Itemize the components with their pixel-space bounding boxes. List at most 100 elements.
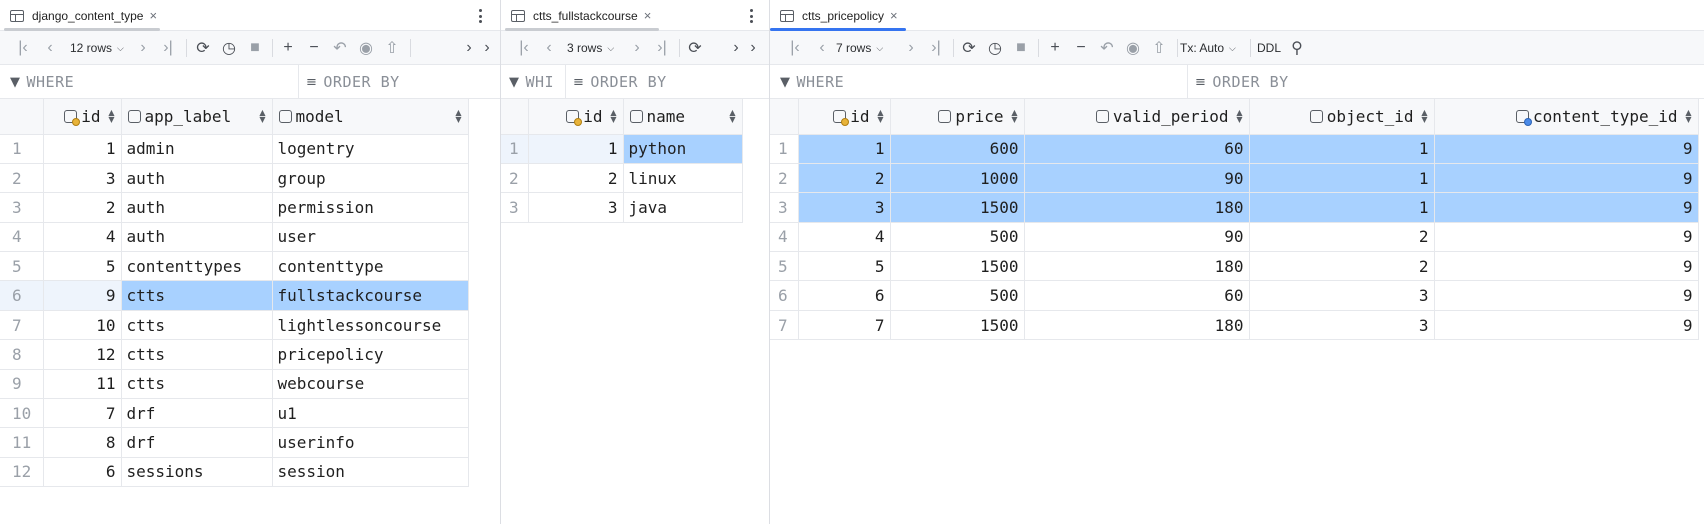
cell-model[interactable]: userinfo [272,427,469,458]
column-header-id[interactable]: id ▲ ▼ [43,99,122,135]
cell-model[interactable]: user [272,222,469,253]
column-header-model[interactable]: model ▲ ▼ [272,99,469,135]
table-row-selected[interactable]: 3 3 1500 180 1 9 [770,192,1699,223]
cell-model[interactable]: session [272,457,469,488]
cell-valid-period[interactable]: 180 [1024,192,1250,223]
where-filter-input[interactable]: ▼ WHERE [10,65,74,99]
cell-app-label[interactable]: drf [121,427,273,458]
view-icon[interactable]: ◉ [355,31,377,65]
overflow-chevron-icon[interactable]: › [746,31,760,65]
sort-arrows-icon[interactable]: ▲ ▼ [610,109,616,124]
cell-object-id[interactable]: 3 [1249,280,1435,311]
cell-model[interactable]: group [272,163,469,194]
row-count-dropdown[interactable]: 7 rows ⌵ [836,31,883,65]
cell-name[interactable]: python [623,134,743,164]
cell-id[interactable]: 10 [43,310,122,341]
cell-id[interactable]: 1 [43,134,122,164]
transaction-mode-dropdown[interactable]: Tx: Auto ⌵ [1180,31,1236,65]
cell-app-label[interactable]: auth [121,163,273,194]
cell-price[interactable]: 1500 [890,310,1025,341]
cell-object-id[interactable]: 2 [1249,222,1435,253]
sort-arrows-icon[interactable]: ▲ ▼ [1421,109,1427,124]
first-page-icon[interactable]: |‹ [784,31,806,65]
cell-valid-period[interactable]: 180 [1024,251,1250,282]
cell-app-label[interactable]: ctts [121,280,273,311]
refresh-icon[interactable]: ⟳ [958,31,980,65]
table-row-selected[interactable]: 1 1 python [501,134,743,164]
cell-object-id[interactable]: 1 [1249,134,1435,164]
cell-valid-period[interactable]: 90 [1024,163,1250,194]
refresh-icon[interactable]: ⟳ [684,31,706,65]
cell-app-label[interactable]: ctts [121,310,273,341]
cell-id[interactable]: 4 [43,222,122,253]
history-icon[interactable]: ◷ [984,31,1006,65]
refresh-icon[interactable]: ⟳ [192,31,214,65]
cell-price[interactable]: 500 [890,222,1025,253]
cell-content-type-id[interactable]: 9 [1434,280,1699,311]
cell-id[interactable]: 2 [528,163,624,194]
column-header-id[interactable]: id ▲ ▼ [798,99,891,135]
first-page-icon[interactable]: |‹ [513,31,535,65]
table-row[interactable]: 3 3 java [501,192,743,223]
column-header-name[interactable]: name ▲ ▼ [623,99,743,135]
row-count-dropdown[interactable]: 3 rows ⌵ [567,31,614,65]
cell-object-id[interactable]: 2 [1249,251,1435,282]
table-row-selected[interactable]: 6 9 ctts fullstackcourse [0,280,469,311]
cell-app-label[interactable]: contenttypes [121,251,273,282]
last-page-icon[interactable]: ›| [157,31,179,65]
table-row[interactable]: 12 6 sessions session [0,457,469,488]
cell-id[interactable]: 8 [43,427,122,458]
cell-id[interactable]: 7 [798,310,891,341]
order-by-input[interactable]: ≡ ORDER BY [573,65,667,99]
cell-app-label[interactable]: admin [121,134,273,164]
cell-app-label[interactable]: auth [121,222,273,253]
cell-id[interactable]: 2 [798,163,891,194]
cell-price[interactable]: 1500 [890,192,1025,223]
cell-model[interactable]: webcourse [272,369,469,400]
first-page-icon[interactable]: |‹ [12,31,34,65]
table-row[interactable]: 4 4 500 90 2 9 [770,222,1699,253]
cell-object-id[interactable]: 3 [1249,310,1435,341]
chevron-right-icon[interactable]: › [729,31,743,65]
overflow-chevron-icon[interactable]: › [480,31,494,65]
cell-id[interactable]: 6 [43,457,122,488]
last-page-icon[interactable]: ›| [651,31,673,65]
order-by-input[interactable]: ≡ ORDER BY [306,65,400,99]
cell-valid-period[interactable]: 60 [1024,280,1250,311]
column-header-app-label[interactable]: app_label ▲ ▼ [121,99,273,135]
add-row-icon[interactable]: + [277,31,299,65]
table-row[interactable]: 7 10 ctts lightlessoncourse [0,310,469,341]
cell-object-id[interactable]: 1 [1249,192,1435,223]
close-icon[interactable]: × [644,9,652,22]
cell-content-type-id[interactable]: 9 [1434,192,1699,223]
previous-page-icon[interactable]: ‹ [812,31,832,65]
view-icon[interactable]: ◉ [1122,31,1144,65]
more-options-icon[interactable] [746,7,756,25]
table-row[interactable]: 8 12 ctts pricepolicy [0,339,469,370]
cell-content-type-id[interactable]: 9 [1434,163,1699,194]
where-filter-input[interactable]: ▼ WHERE [780,65,844,99]
search-icon[interactable]: ⚲ [1286,31,1308,65]
cell-id[interactable]: 3 [528,192,624,223]
cell-app-label[interactable]: drf [121,398,273,429]
cell-valid-period[interactable]: 60 [1024,134,1250,164]
cell-model[interactable]: u1 [272,398,469,429]
stop-icon[interactable]: ■ [244,31,266,65]
table-row[interactable]: 1 1 admin logentry [0,134,469,164]
cell-model[interactable]: logentry [272,134,469,164]
cell-id[interactable]: 3 [43,163,122,194]
cell-id[interactable]: 6 [798,280,891,311]
add-row-icon[interactable]: + [1044,31,1066,65]
table-row[interactable]: 11 8 drf userinfo [0,427,469,458]
cell-id[interactable]: 3 [798,192,891,223]
cell-content-type-id[interactable]: 9 [1434,134,1699,164]
more-options-icon[interactable] [475,7,485,25]
cell-object-id[interactable]: 1 [1249,163,1435,194]
cell-model[interactable]: permission [272,192,469,223]
column-header-id[interactable]: id ▲ ▼ [528,99,624,135]
cell-valid-period[interactable]: 90 [1024,222,1250,253]
cell-id[interactable]: 5 [798,251,891,282]
table-row[interactable]: 6 6 500 60 3 9 [770,280,1699,311]
tab-ctts-pricepolicy[interactable]: ctts_pricepolicy × [770,0,898,31]
cell-price[interactable]: 500 [890,280,1025,311]
